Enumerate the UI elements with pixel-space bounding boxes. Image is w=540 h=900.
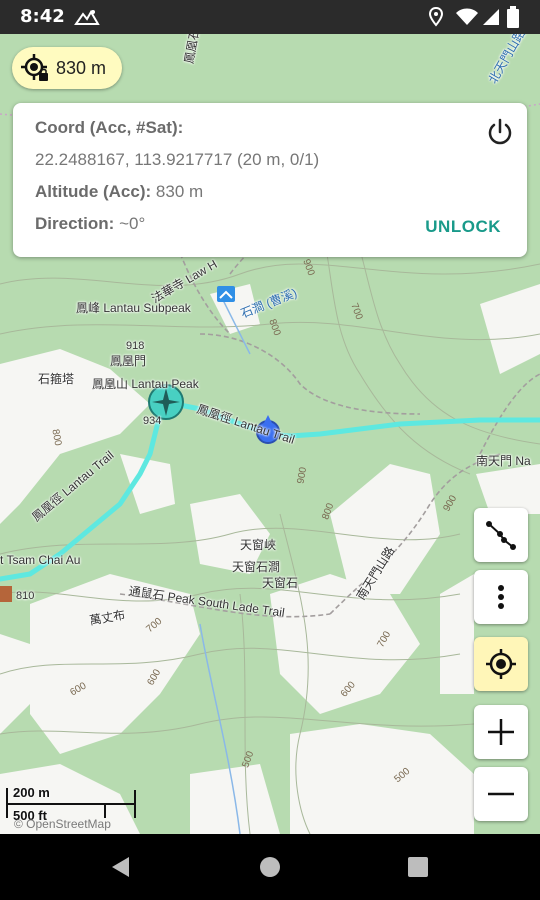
gps-accuracy-text: 830 m <box>56 57 107 78</box>
map-label-tin-kau-shek: 天窗石 <box>262 576 299 590</box>
altitude-label: Altitude (Acc): <box>35 182 152 201</box>
map-label-fung-wong-mun: 鳳凰門 <box>110 354 147 368</box>
coord-label: Coord (Acc, #Sat): <box>35 118 184 137</box>
polyline-icon <box>484 518 518 552</box>
location-info-card: Coord (Acc, #Sat): 22.2488167, 113.92177… <box>13 103 527 257</box>
map-label-lantau-peak: 鳳凰山 Lantau Peak <box>92 377 199 391</box>
recents-square-icon[interactable] <box>407 856 429 883</box>
wifi-icon <box>455 6 479 28</box>
scale-metric: 200 m <box>13 785 50 800</box>
my-location-button[interactable] <box>474 637 528 691</box>
altitude-value: 830 m <box>155 182 204 201</box>
signal-icon <box>482 6 500 28</box>
zoom-in-button[interactable] <box>474 705 528 759</box>
map-label-tsam-chai-au: t Tsam Chai Au <box>0 553 81 567</box>
direction-value: ~0° <box>119 214 146 233</box>
track-button[interactable] <box>474 508 528 562</box>
direction-label: Direction: <box>35 214 115 233</box>
more-vertical-icon <box>497 584 505 610</box>
map-label-nam-tin-mun: 南天門 Na <box>476 454 531 468</box>
location-icon <box>428 6 444 28</box>
gps-accuracy-chip[interactable]: 830 m <box>12 47 122 89</box>
coord-value: 22.2488167, 113.9217717 (20 m, 0/1) <box>35 150 320 169</box>
back-triangle-icon[interactable] <box>109 855 131 884</box>
zoom-out-button[interactable] <box>474 767 528 821</box>
more-menu-button[interactable] <box>474 570 528 624</box>
map-label-elev-918: 918 <box>126 340 145 352</box>
power-icon[interactable] <box>485 117 515 147</box>
map-label-tin-kau-shek-kan: 天窗石澗 <box>232 560 281 574</box>
plus-icon <box>486 717 516 747</box>
map-label-elev-810: 810 <box>16 590 35 602</box>
map-label-tin-kau-hap: 天窗峽 <box>240 538 277 552</box>
map-label-elev-934: 934 <box>143 415 162 427</box>
home-circle-icon[interactable] <box>259 856 281 883</box>
map-label-shek-kwu-tap: 石箍塔 <box>38 372 75 386</box>
minus-icon <box>486 779 516 809</box>
map-label-lantau-subpeak: 鳳峰 Lantau Subpeak <box>76 301 191 315</box>
unlock-button[interactable]: UNLOCK <box>425 217 501 237</box>
gps-lock-icon <box>20 53 50 83</box>
my-location-icon <box>484 647 518 681</box>
navigation-bar <box>0 834 540 900</box>
battery-icon <box>507 6 519 28</box>
mountain-notification-icon <box>74 6 100 28</box>
status-time: 8:42 <box>20 6 65 27</box>
map-attribution[interactable]: © OpenStreetMap <box>14 817 111 831</box>
status-bar: 8:42 <box>0 0 540 34</box>
